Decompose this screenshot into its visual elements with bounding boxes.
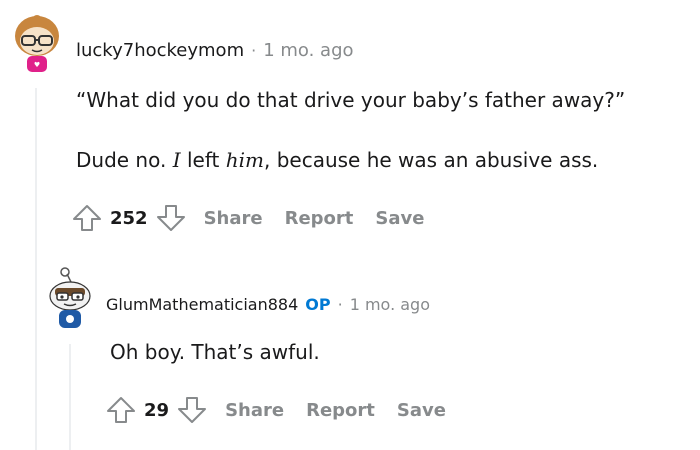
timestamp[interactable]: 1 mo. ago	[263, 40, 353, 61]
separator-dot: ·	[337, 295, 343, 314]
comment-quote: “What did you do that drive your baby’s …	[76, 88, 626, 112]
thread-line[interactable]	[35, 88, 37, 450]
report-button[interactable]: Report	[285, 208, 354, 229]
comment-body-line: “What did you do that drive your baby’s …	[76, 88, 625, 112]
thread-line[interactable]	[69, 344, 71, 450]
svg-text:♥: ♥	[34, 61, 40, 69]
report-button[interactable]: Report	[306, 400, 375, 421]
vote-count: 29	[144, 399, 170, 421]
comment-text-part: , because he was an abusive ass.	[263, 148, 599, 172]
separator-dot: ·	[251, 41, 257, 60]
comment-text-part: Dude no.	[76, 148, 173, 172]
vote-count: 252	[110, 207, 148, 229]
save-button[interactable]: Save	[375, 208, 424, 229]
comment-text-part: left	[180, 148, 226, 172]
comment-text-italic: I	[172, 148, 181, 172]
comment-actions: 252 Share Report Save	[72, 203, 424, 233]
avatar[interactable]	[45, 266, 95, 332]
downvote-icon[interactable]	[156, 203, 186, 233]
comment-meta: GlumMathematician884 OP · 1 mo. ago	[106, 295, 430, 314]
comment-text: Oh boy. That’s awful.	[110, 340, 320, 364]
avatar-snoo-op-icon	[49, 267, 91, 328]
avatar-glasses-girl-icon: ♥	[15, 15, 59, 72]
username[interactable]: GlumMathematician884	[106, 295, 298, 314]
comment-body-line: Oh boy. That’s awful.	[110, 340, 320, 364]
avatar[interactable]: ♥	[12, 14, 62, 76]
op-badge: OP	[305, 295, 331, 314]
downvote-icon[interactable]	[177, 395, 207, 425]
comment-meta: lucky7hockeymom · 1 mo. ago	[76, 40, 354, 61]
timestamp[interactable]: 1 mo. ago	[350, 295, 430, 314]
username[interactable]: lucky7hockeymom	[76, 40, 244, 61]
comment-actions: 29 Share Report Save	[106, 395, 446, 425]
upvote-icon[interactable]	[106, 395, 136, 425]
upvote-icon[interactable]	[72, 203, 102, 233]
share-button[interactable]: Share	[225, 400, 284, 421]
share-button[interactable]: Share	[204, 208, 263, 229]
save-button[interactable]: Save	[397, 400, 446, 421]
comment-text-italic: him	[225, 148, 264, 172]
comment-body-line: Dude no. I left him, because he was an a…	[76, 148, 598, 172]
